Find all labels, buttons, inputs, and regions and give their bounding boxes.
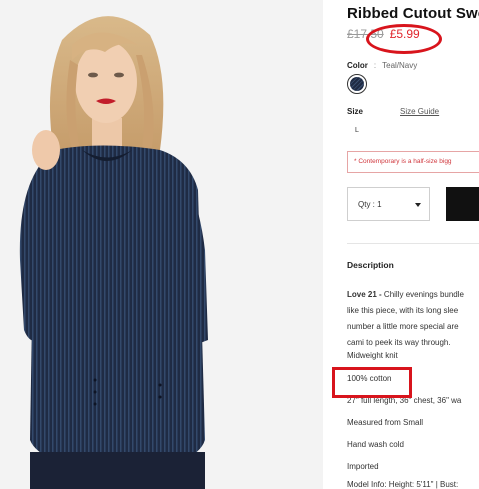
quantity-select[interactable]: Qty : 1 bbox=[347, 187, 430, 221]
color-value: Teal/Navy bbox=[382, 61, 418, 70]
description-heading: Description bbox=[347, 260, 394, 270]
spec-item: Midweight knit bbox=[347, 351, 398, 360]
description-line: number a little more special are bbox=[347, 322, 459, 331]
add-to-bag-button[interactable] bbox=[446, 187, 479, 221]
size-guide-link[interactable]: Size Guide bbox=[400, 107, 439, 116]
divider bbox=[347, 243, 479, 244]
price-highlight-circle bbox=[366, 24, 442, 54]
model-image bbox=[0, 0, 323, 489]
brand-label: Love 21 - bbox=[347, 290, 382, 299]
color-separator: : bbox=[373, 61, 377, 70]
color-swatch-teal-navy[interactable] bbox=[347, 74, 367, 94]
description-line: Chilly evenings bundle bbox=[383, 290, 464, 299]
size-label: Size bbox=[347, 107, 364, 116]
product-photo[interactable] bbox=[0, 0, 323, 489]
swatch-fill bbox=[350, 77, 364, 91]
product-title: Ribbed Cutout Swe bbox=[347, 5, 479, 22]
description-line: cami to peek its way through. bbox=[347, 338, 451, 347]
material-highlight-box bbox=[332, 367, 412, 398]
chevron-down-icon bbox=[415, 203, 421, 207]
spec-item: Model Info: Height: 5'11" | Bust: bbox=[347, 480, 459, 489]
color-row: Color: Teal/Navy bbox=[347, 61, 417, 70]
size-option-l[interactable]: L bbox=[355, 127, 359, 134]
size-notice: * Contemporary is a half-size bigg bbox=[347, 151, 479, 173]
spec-item: Hand wash cold bbox=[347, 440, 404, 449]
quantity-value: Qty : 1 bbox=[358, 200, 382, 209]
color-label: Color bbox=[347, 61, 368, 70]
description-line: like this piece, with its long slee bbox=[347, 306, 459, 315]
description-text: Love 21 - Chilly evenings bundle like th… bbox=[347, 287, 479, 351]
spec-item: Imported bbox=[347, 462, 379, 471]
spec-item: Measured from Small bbox=[347, 418, 424, 427]
